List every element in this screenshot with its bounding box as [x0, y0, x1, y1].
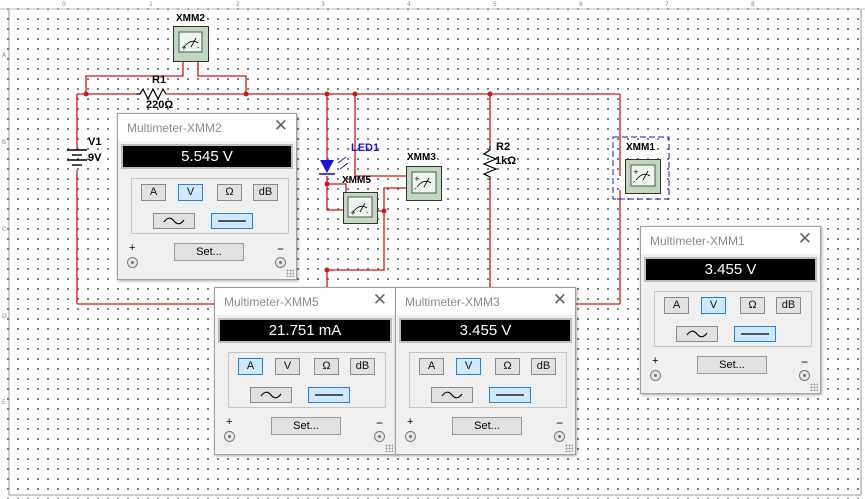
ac-wave-icon — [163, 217, 185, 225]
negative-terminal-label: − — [375, 416, 383, 430]
dc-line-button[interactable] — [734, 326, 776, 342]
mode-ohmmeter-button[interactable]: Ω — [217, 184, 242, 201]
meter-controls-panel: A V Ω dB — [409, 352, 567, 408]
ac-wave-icon — [260, 391, 282, 399]
mode-ammeter-button[interactable]: A — [238, 358, 263, 375]
dc-line-button[interactable] — [211, 213, 253, 229]
r1-label: R1 — [152, 74, 167, 86]
xmm5-multimeter-icon[interactable]: + - — [343, 192, 378, 224]
ac-wave-icon — [441, 391, 463, 399]
meter-display: 3.455 V — [399, 318, 572, 343]
resistor-r1-symbol — [136, 87, 167, 101]
mode-voltmeter-button[interactable]: V — [275, 358, 300, 375]
meter-display: 21.751 mA — [218, 318, 392, 343]
meter-display: 3.455 V — [644, 257, 817, 282]
multimeter-window-xmm1[interactable]: Multimeter-XMM1 ✕ 3.455 V A V Ω dB Set..… — [640, 226, 821, 394]
mode-ohmmeter-button[interactable]: Ω — [314, 358, 339, 375]
xmm3-multimeter-icon[interactable]: + - — [406, 166, 442, 201]
mode-ohmmeter-button[interactable]: Ω — [740, 297, 765, 314]
svg-text:+: + — [633, 168, 639, 176]
close-icon[interactable]: ✕ — [798, 230, 812, 248]
ac-wave-button[interactable] — [431, 387, 473, 403]
window-title: Multimeter-XMM3 — [405, 295, 500, 309]
mode-ammeter-button[interactable]: A — [664, 297, 689, 314]
svg-text:+: + — [181, 44, 187, 52]
negative-terminal[interactable] — [799, 370, 810, 381]
mode-ohmmeter-button[interactable]: Ω — [495, 358, 520, 375]
ac-wave-button[interactable] — [153, 213, 195, 229]
ac-wave-button[interactable] — [250, 387, 292, 403]
negative-terminal-label: − — [276, 242, 284, 256]
positive-terminal-label: + — [652, 355, 659, 367]
xmm3-label: XMM3 — [407, 152, 436, 163]
led1-label: LED1 — [351, 142, 380, 154]
meter-controls-panel: A V Ω dB — [228, 352, 386, 408]
close-icon[interactable]: ✕ — [373, 291, 387, 309]
positive-terminal-label: + — [226, 416, 233, 428]
mode-db-button[interactable]: dB — [350, 358, 375, 375]
window-title: Multimeter-XMM5 — [224, 295, 319, 309]
dc-line-button[interactable] — [489, 387, 531, 403]
positive-terminal[interactable] — [650, 370, 661, 381]
r1-value: 220Ω — [146, 99, 174, 111]
svg-text:+: + — [350, 209, 356, 217]
mode-ammeter-button[interactable]: A — [141, 184, 166, 201]
resize-grip[interactable] — [286, 269, 294, 277]
mode-voltmeter-button[interactable]: V — [701, 297, 726, 314]
resize-grip[interactable] — [385, 444, 393, 452]
window-title: Multimeter-XMM2 — [127, 121, 222, 135]
xmm2-label: XMM2 — [176, 13, 205, 24]
negative-terminal-label: − — [800, 355, 808, 369]
multimeter-window-xmm2[interactable]: Multimeter-XMM2 ✕ 5.545 V A V Ω dB Set..… — [117, 113, 297, 280]
set-button[interactable]: Set... — [452, 417, 522, 435]
svg-text:+: + — [414, 175, 420, 183]
dc-line-icon — [218, 220, 246, 222]
r2-label: R2 — [496, 141, 511, 153]
xmm1-multimeter-icon[interactable]: + - — [625, 159, 661, 194]
xmm2-multimeter-icon[interactable]: + - — [173, 26, 209, 62]
ac-wave-button[interactable] — [676, 326, 718, 342]
negative-terminal[interactable] — [275, 257, 286, 268]
positive-terminal-label: + — [129, 242, 136, 254]
mode-voltmeter-button[interactable]: V — [178, 184, 203, 201]
v1-value: 9V — [88, 152, 102, 164]
positive-terminal[interactable] — [405, 431, 416, 442]
negative-terminal[interactable] — [374, 431, 385, 442]
meter-controls-panel: A V Ω dB — [654, 291, 812, 347]
positive-terminal[interactable] — [127, 257, 138, 268]
multimeter-window-xmm3[interactable]: Multimeter-XMM3 ✕ 3.455 V A V Ω dB Set..… — [395, 287, 576, 455]
positive-terminal-label: + — [407, 416, 414, 428]
dc-line-icon — [315, 394, 343, 396]
window-title: Multimeter-XMM1 — [650, 234, 745, 248]
dc-line-button[interactable] — [308, 387, 350, 403]
dc-line-icon — [496, 394, 524, 396]
meter-display: 5.545 V — [121, 144, 293, 169]
mode-db-button[interactable]: dB — [776, 297, 801, 314]
negative-terminal-label: − — [555, 416, 563, 430]
close-icon[interactable]: ✕ — [274, 117, 288, 135]
mode-ammeter-button[interactable]: A — [419, 358, 444, 375]
multimeter-window-xmm5[interactable]: Multimeter-XMM5 ✕ 21.751 mA A V Ω dB Set… — [214, 287, 396, 455]
close-icon[interactable]: ✕ — [553, 291, 567, 309]
set-button[interactable]: Set... — [697, 356, 767, 374]
dc-line-icon — [741, 333, 769, 335]
v1-label: V1 — [88, 136, 102, 148]
ac-wave-icon — [686, 330, 708, 338]
resize-grip[interactable] — [565, 444, 573, 452]
xmm1-label: XMM1 — [626, 142, 655, 153]
mode-voltmeter-button[interactable]: V — [456, 358, 481, 375]
meter-controls-panel: A V Ω dB — [131, 178, 289, 234]
negative-terminal[interactable] — [554, 431, 565, 442]
xmm5-label: XMM5 — [342, 175, 371, 186]
resize-grip[interactable] — [810, 383, 818, 391]
r2-value: 1kΩ — [495, 155, 517, 167]
positive-terminal[interactable] — [224, 431, 235, 442]
mode-db-button[interactable]: dB — [253, 184, 278, 201]
set-button[interactable]: Set... — [174, 243, 244, 261]
mode-db-button[interactable]: dB — [531, 358, 556, 375]
set-button[interactable]: Set... — [271, 417, 341, 435]
